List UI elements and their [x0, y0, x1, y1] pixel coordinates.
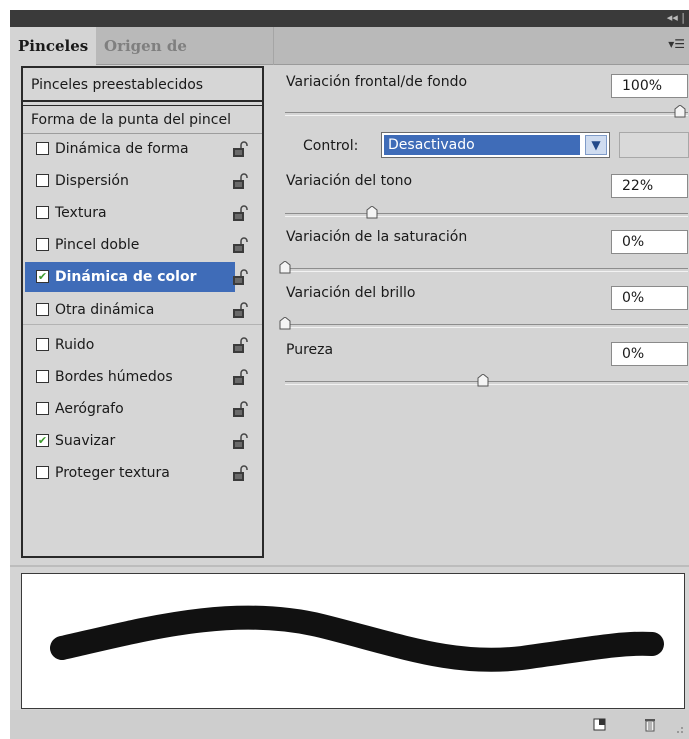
- option-row-highlight: Aerógrafo: [23, 394, 243, 424]
- panel-menu-icon[interactable]: ▾☰: [668, 37, 685, 51]
- option-label: Dispersión: [55, 173, 129, 189]
- brightness-variation-label: Variación del brillo: [286, 285, 416, 301]
- fg-bg-variation-label: Variación frontal/de fondo: [286, 74, 468, 90]
- purity-slider-thumb[interactable]: [477, 374, 489, 387]
- tab-clone-source[interactable]: Origen de clonación: [96, 27, 274, 93]
- option-row-highlight: Pincel doble: [23, 230, 243, 260]
- lock-icon[interactable]: [232, 173, 248, 190]
- option-row[interactable]: Proteger textura: [23, 458, 262, 488]
- brightness-variation-track[interactable]: [279, 317, 688, 330]
- option-label: Otra dinámica: [55, 302, 155, 318]
- brush-stroke-preview: [21, 573, 685, 709]
- option-row-highlight: Bordes húmedos: [23, 362, 243, 392]
- option-row-highlight: Dispersión: [23, 166, 243, 196]
- option-checkbox[interactable]: [36, 174, 49, 187]
- purity-track[interactable]: [285, 374, 688, 387]
- fg-bg-variation-track[interactable]: [285, 105, 688, 118]
- option-row[interactable]: Ruido: [23, 330, 262, 360]
- option-label: Textura: [55, 205, 107, 221]
- trash-icon[interactable]: [642, 716, 658, 732]
- option-checkbox[interactable]: ✔: [36, 434, 49, 447]
- option-label: Bordes húmedos: [55, 369, 173, 385]
- chevron-down-icon[interactable]: ▼: [585, 135, 607, 155]
- hue-variation-input[interactable]: 22%: [611, 174, 688, 198]
- control-label: Control:: [303, 138, 359, 154]
- option-row[interactable]: Dinámica de forma: [23, 134, 262, 164]
- option-label: Dinámica de color: [55, 269, 197, 285]
- lock-icon[interactable]: [232, 141, 248, 158]
- control-value-box: [619, 132, 689, 158]
- option-row[interactable]: Pincel doble: [23, 230, 262, 260]
- lock-icon[interactable]: [232, 269, 248, 286]
- option-label: Suavizar: [55, 433, 116, 449]
- option-checkbox[interactable]: [36, 238, 49, 251]
- hue-variation-track[interactable]: [285, 206, 688, 219]
- option-checkbox[interactable]: [36, 303, 49, 316]
- lock-icon[interactable]: [232, 401, 248, 418]
- preview-divider: [10, 565, 689, 567]
- panel-bottom-bar: [10, 710, 689, 739]
- lock-icon[interactable]: [232, 433, 248, 450]
- option-row-highlight: ✔ Suavizar: [23, 426, 243, 456]
- saturation-variation-slider-thumb[interactable]: [279, 261, 291, 274]
- option-checkbox[interactable]: [36, 370, 49, 383]
- control-select[interactable]: Desactivado ▼: [381, 132, 610, 158]
- brushes-panel: ◂◂ | Pinceles Origen de clonación ▾☰ Pin…: [10, 10, 689, 739]
- fg-bg-variation-input[interactable]: 100%: [611, 74, 688, 98]
- control-selected-value: Desactivado: [384, 135, 580, 155]
- purity-label: Pureza: [286, 342, 334, 358]
- fg-bg-variation-slider-thumb[interactable]: [674, 105, 686, 118]
- brightness-variation-slider-thumb[interactable]: [279, 317, 291, 330]
- option-row-highlight: Proteger textura: [23, 458, 243, 488]
- option-row[interactable]: Bordes húmedos: [23, 362, 262, 392]
- lock-icon[interactable]: [232, 237, 248, 254]
- saturation-variation-label: Variación de la saturación: [286, 229, 468, 245]
- option-checkbox[interactable]: [36, 338, 49, 351]
- tab-brushes[interactable]: Pinceles: [10, 27, 96, 65]
- lock-icon[interactable]: [232, 302, 248, 319]
- lock-icon[interactable]: [232, 465, 248, 482]
- hue-variation-slider-thumb[interactable]: [366, 206, 378, 219]
- option-row-highlight: Ruido: [23, 330, 243, 360]
- option-row[interactable]: Dispersión: [23, 166, 262, 196]
- option-row-highlight: Dinámica de forma: [23, 134, 243, 164]
- lock-icon[interactable]: [232, 337, 248, 354]
- tab-bar: Pinceles Origen de clonación ▾☰: [10, 27, 689, 93]
- option-label: Pincel doble: [55, 237, 140, 253]
- option-label: Ruido: [55, 337, 95, 353]
- option-row[interactable]: ✔ Dinámica de color: [23, 262, 262, 292]
- new-brush-icon[interactable]: [592, 716, 608, 732]
- lock-icon[interactable]: [232, 205, 248, 222]
- saturation-variation-track[interactable]: [279, 261, 688, 274]
- option-row[interactable]: Textura: [23, 198, 262, 228]
- option-row-highlight: ✔ Dinámica de color: [25, 262, 235, 292]
- brightness-variation-input[interactable]: 0%: [611, 286, 688, 310]
- option-checkbox[interactable]: [36, 206, 49, 219]
- option-row[interactable]: Otra dinámica: [23, 295, 262, 325]
- option-label: Dinámica de forma: [55, 141, 189, 157]
- hue-variation-label: Variación del tono: [286, 173, 413, 189]
- collapse-arrows-icon[interactable]: ◂◂ |: [667, 11, 685, 24]
- option-checkbox[interactable]: [36, 402, 49, 415]
- brush-options-list: Pinceles preestablecidos Forma de la pun…: [21, 66, 264, 558]
- option-label: Proteger textura: [55, 465, 170, 481]
- option-row[interactable]: Aerógrafo: [23, 394, 262, 424]
- option-checkbox[interactable]: [36, 142, 49, 155]
- option-checkbox[interactable]: [36, 466, 49, 479]
- brush-tip-shape-item[interactable]: Forma de la punta del pincel: [23, 105, 262, 134]
- option-row-highlight: Otra dinámica: [23, 295, 243, 325]
- brush-stroke-sample: [50, 605, 664, 672]
- lock-icon[interactable]: [232, 369, 248, 386]
- saturation-variation-input[interactable]: 0%: [611, 230, 688, 254]
- resize-grip-icon[interactable]: [672, 722, 684, 734]
- panel-title-bar[interactable]: ◂◂ |: [10, 10, 689, 27]
- option-label: Aerógrafo: [55, 401, 124, 417]
- option-checkbox[interactable]: ✔: [36, 270, 49, 283]
- purity-input[interactable]: 0%: [611, 342, 688, 366]
- option-row-highlight: Textura: [23, 198, 243, 228]
- brush-presets-button[interactable]: Pinceles preestablecidos: [23, 68, 262, 102]
- option-row[interactable]: ✔ Suavizar: [23, 426, 262, 456]
